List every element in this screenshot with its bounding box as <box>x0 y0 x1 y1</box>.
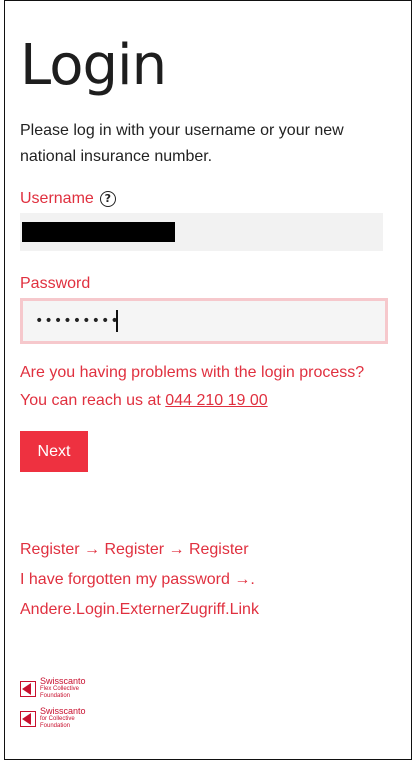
logo-subtitle: Flex Collective <box>40 686 80 692</box>
username-label-row: Username? <box>20 190 116 208</box>
swisscanto-logo-icon <box>20 710 36 727</box>
redacted-username <box>22 222 175 242</box>
secondary-links: Register → Register → Register I have fo… <box>20 535 259 625</box>
password-field[interactable] <box>20 298 388 344</box>
question-circle-icon[interactable]: ? <box>99 191 116 207</box>
phone-link[interactable]: 044 210 19 00 <box>165 392 267 409</box>
logo-subtitle: Foundation <box>40 693 71 699</box>
logo-subtitle: Foundation <box>40 723 71 729</box>
intro-text: Please log in with your username or your… <box>20 122 344 165</box>
register-link[interactable]: Register → Register → Register <box>20 535 259 565</box>
username-field[interactable] <box>20 213 383 251</box>
swisscanto-logo-icon <box>20 680 36 697</box>
external-access-link[interactable]: Andere.Login.ExternerZugriff.Link <box>20 595 259 625</box>
text-caret <box>116 310 118 332</box>
username-label: Username <box>20 190 94 207</box>
swisscanto-flex-logo[interactable]: Swisscanto Flex Collective Foundation <box>20 677 86 700</box>
logo-name: Swisscanto <box>40 676 86 686</box>
password-label: Password <box>20 275 91 292</box>
login-help-text: Are you having problems with the login p… <box>20 359 390 415</box>
page-title: Login <box>20 33 167 98</box>
next-button[interactable]: Next <box>20 431 88 472</box>
page-frame: Login Please log in with your username o… <box>4 0 412 760</box>
logo-name: Swisscanto <box>40 706 86 716</box>
logo-subtitle: for Collective <box>40 716 75 722</box>
swisscanto-collective-logo[interactable]: Swisscanto for Collective Foundation <box>20 707 86 730</box>
forgot-password-link[interactable]: I have forgotten my password →. <box>20 565 259 595</box>
